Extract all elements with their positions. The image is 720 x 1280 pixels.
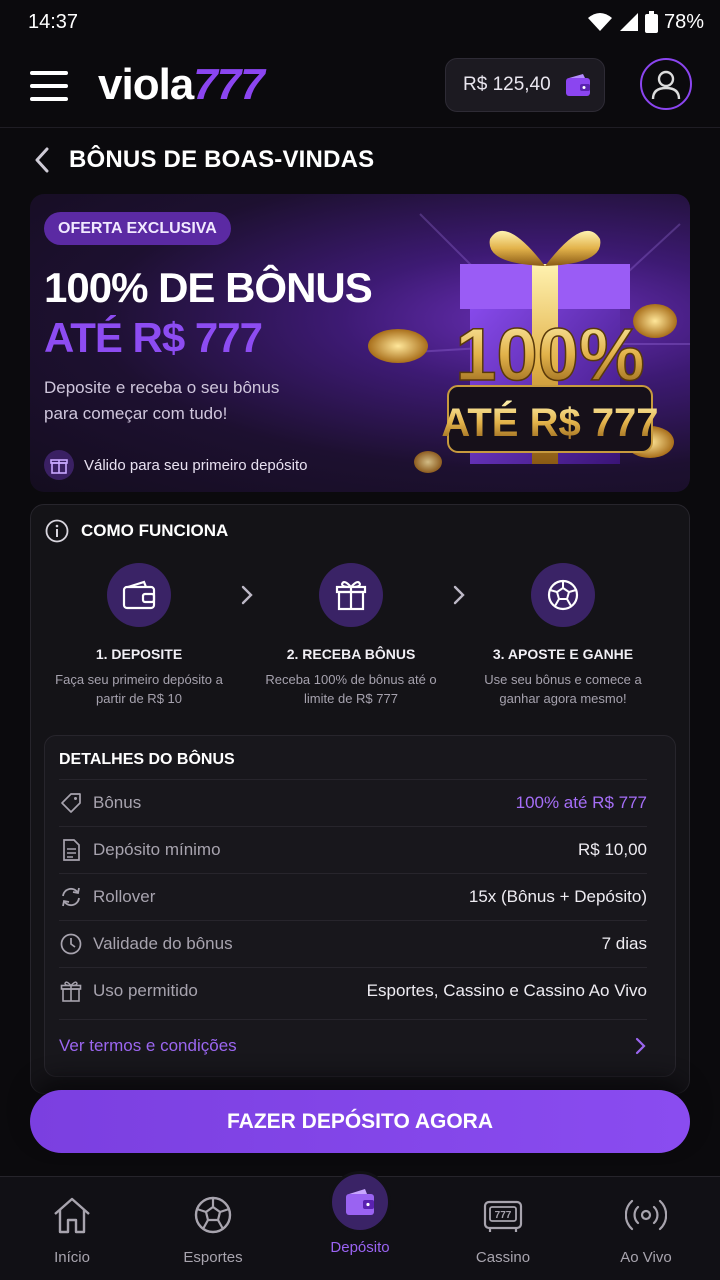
live-broadcast-icon [624, 1193, 668, 1237]
logo-number: 777 [193, 60, 264, 109]
detail-label: Depósito mínimo [93, 840, 221, 859]
how-it-works-header: COMO FUNCIONA [45, 519, 228, 543]
balance-button[interactable]: R$ 125,40 [445, 58, 605, 112]
banner-subheadline: ATÉ R$ 777 [44, 314, 263, 361]
banner-validity: Válido para seu primeiro depósito [44, 450, 307, 480]
validity-text: Válido para seu primeiro depósito [84, 456, 308, 474]
nav-label: Ao Vivo [620, 1249, 672, 1266]
gift-box-illustration: 100% ATÉ R$ 777 [368, 213, 690, 473]
battery-percent: 78% [663, 10, 704, 33]
bonus-details-title: DETALHES DO BÔNUS [59, 751, 235, 768]
status-indicators: 78% [587, 11, 704, 34]
detail-label: Uso permitido [93, 981, 198, 1000]
home-icon [50, 1193, 94, 1237]
exclusive-offer-badge: OFERTA EXCLUSIVA [44, 212, 231, 245]
clock-icon [59, 932, 83, 956]
step-desc: Receba 100% de bônus até o limite de R$ … [265, 672, 437, 706]
app-logo[interactable]: viola 777 [98, 60, 265, 110]
step-deposit: 1. DEPOSITE Faça seu primeiro depósito a… [39, 563, 239, 708]
how-it-works-title: COMO FUNCIONA [81, 521, 229, 540]
nav-label: Esportes [183, 1249, 243, 1266]
wallet-icon [107, 563, 171, 627]
gift-icon [59, 979, 83, 1003]
page-title: BÔNUS DE BOAS-VINDAS [69, 146, 375, 173]
banner-description: Deposite e receba o seu bônus para começ… [44, 378, 280, 423]
wallet-icon [329, 1171, 391, 1233]
wallet-icon [565, 74, 590, 96]
signal-icon [619, 13, 638, 31]
soccer-ball-icon [191, 1193, 235, 1237]
chevron-right-icon [635, 1037, 646, 1055]
nav-label: Início [54, 1249, 90, 1266]
detail-label: Validade do bônus [93, 934, 233, 953]
nav-item-sports[interactable]: Esportes [143, 1177, 283, 1280]
detail-label: Rollover [93, 887, 156, 906]
nav-label: Cassino [475, 1249, 531, 1266]
deposit-now-button[interactable]: FAZER DEPÓSITO AGORA [30, 1090, 690, 1153]
gift-icon [44, 450, 74, 480]
step-title: 3. APOSTE E GANHE [492, 646, 634, 662]
document-icon [59, 838, 83, 862]
refresh-icon [59, 885, 83, 909]
terms-link-label: Ver termos e condições [59, 1036, 237, 1055]
detail-row-rollover: Rollover 15x (Bônus + Depósito) [59, 873, 647, 920]
logo-text: viola [98, 60, 194, 109]
gift-icon [319, 563, 383, 627]
step-receive-bonus: 2. RECEBA BÔNUS Receba 100% de bônus até… [251, 563, 451, 708]
status-bar: 14:37 78% [0, 0, 720, 44]
chevron-left-icon [35, 147, 49, 173]
battery-icon [644, 11, 658, 33]
step-desc: Faça seu primeiro depósito a partir de R… [55, 672, 223, 706]
svg-text:777: 777 [495, 1210, 512, 1221]
nav-item-home[interactable]: Início [2, 1177, 142, 1280]
wifi-icon [587, 13, 612, 31]
nav-item-deposit[interactable]: Depósito [290, 1171, 430, 1280]
promo-banner[interactable]: OFERTA EXCLUSIVA 100% DE BÔNUS ATÉ R$ 77… [30, 194, 690, 492]
step-bet-and-win: 3. APOSTE E GANHE Use seu bônus e comece… [463, 563, 663, 708]
back-button[interactable] [28, 146, 56, 174]
detail-value: 15x (Bônus + Depósito) [468, 887, 647, 906]
nav-item-casino[interactable]: 777 Cassino [433, 1177, 573, 1280]
page-header: BÔNUS DE BOAS-VINDAS [0, 136, 720, 184]
detail-label: Bônus [93, 793, 142, 812]
bottom-nav: Início Esportes Depósito 777 Cassino Ao … [0, 1171, 720, 1280]
art-amount: ATÉ R$ 777 [441, 400, 658, 445]
hamburger-menu-icon[interactable] [30, 71, 68, 101]
detail-value: R$ 10,00 [578, 840, 647, 859]
how-it-works-card: COMO FUNCIONA 1. DEPOSITE Faça seu prime… [30, 504, 690, 1094]
art-percent: 100% [455, 313, 644, 396]
nav-label: Depósito [330, 1239, 390, 1256]
tag-icon [59, 791, 83, 815]
step-title: 1. DEPOSITE [95, 646, 183, 662]
step-title: 2. RECEBA BÔNUS [286, 646, 416, 662]
detail-row-validity: Validade do bônus 7 dias [59, 920, 647, 967]
nav-item-live[interactable]: Ao Vivo [576, 1177, 716, 1280]
detail-value: 100% até R$ 777 [515, 793, 647, 812]
bonus-details: DETALHES DO BÔNUS Bônus 100% até R$ 777 … [44, 735, 676, 1077]
slot-machine-icon: 777 [481, 1193, 525, 1237]
detail-value: Esportes, Cassino e Cassino Ao Vivo [366, 981, 647, 1000]
profile-button[interactable] [640, 58, 692, 110]
detail-row-min-deposit: Depósito mínimo R$ 10,00 [59, 826, 647, 873]
detail-row-bonus: Bônus 100% até R$ 777 [59, 779, 647, 826]
soccer-ball-icon [531, 563, 595, 627]
terms-link[interactable]: Ver termos e condições [59, 1019, 647, 1066]
balance-value: R$ 125,40 [463, 74, 551, 95]
detail-row-allowed-use: Uso permitido Esportes, Cassino e Cassin… [59, 967, 647, 1014]
user-icon [651, 70, 681, 100]
step-desc: Use seu bônus e comece a ganhar agora me… [484, 672, 642, 706]
status-time: 14:37 [28, 10, 79, 33]
app-header: viola 777 R$ 125,40 [0, 44, 720, 128]
detail-value: 7 dias [601, 934, 647, 953]
info-icon [45, 519, 69, 543]
